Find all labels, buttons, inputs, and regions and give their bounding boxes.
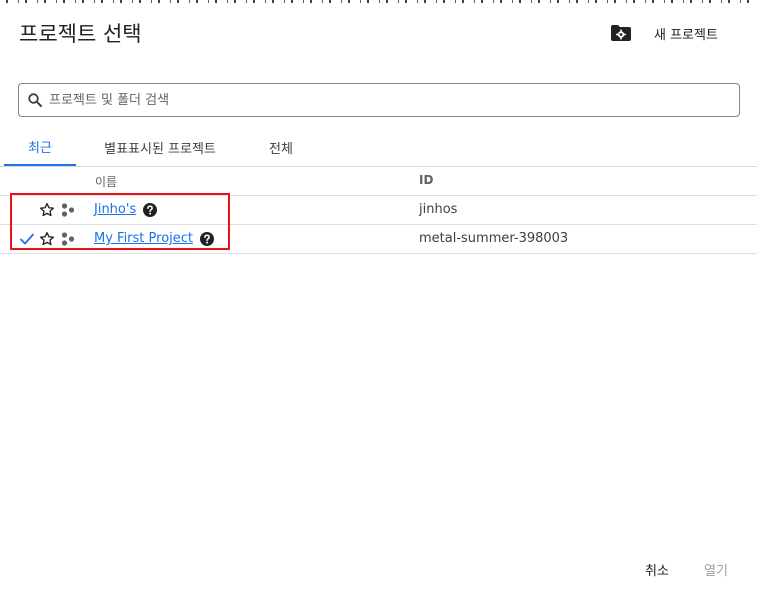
dialog-title: 프로젝트 선택: [19, 22, 142, 46]
project-name-link[interactable]: Jinho's: [94, 202, 136, 217]
help-icon[interactable]: [143, 202, 158, 217]
search-box[interactable]: [18, 83, 740, 117]
project-name-cell: Jinho's: [94, 202, 158, 217]
help-icon[interactable]: [200, 231, 215, 246]
project-name-link[interactable]: My First Project: [94, 231, 193, 246]
search-input[interactable]: [49, 92, 739, 108]
folder-settings-icon: [605, 18, 637, 48]
project-name-cell: My First Project: [94, 231, 215, 246]
new-project-button[interactable]: 새 프로젝트: [605, 18, 718, 48]
tab-all[interactable]: 전체: [258, 128, 304, 166]
table-row[interactable]: Jinho's jinhos: [0, 196, 757, 225]
star-icon[interactable]: [39, 231, 55, 247]
table-header: 이름 ID: [0, 167, 757, 196]
column-header-name: 이름: [95, 175, 118, 189]
project-table: 이름 ID Jinho's jinhos My First Project me…: [0, 167, 757, 254]
star-icon[interactable]: [39, 202, 55, 218]
new-project-label: 새 프로젝트: [654, 27, 718, 43]
project-icon: [60, 202, 76, 218]
project-id-cell: metal-summer-398003: [419, 231, 569, 246]
tab-recent[interactable]: 최근: [4, 128, 76, 166]
table-row[interactable]: My First Project metal-summer-398003: [0, 225, 757, 254]
column-header-id: ID: [419, 173, 434, 187]
project-select-dialog: 프로젝트 선택 새 프로젝트 최근 별표표시된 프로젝트 전체: [0, 0, 757, 602]
tab-bar: 최근 별표표시된 프로젝트 전체: [0, 128, 757, 167]
check-icon: [19, 231, 35, 247]
project-id-cell: jinhos: [419, 202, 458, 217]
cancel-button[interactable]: 취소: [645, 560, 669, 579]
tab-starred-projects[interactable]: 별표표시된 프로젝트: [88, 128, 232, 166]
open-button[interactable]: 열기: [704, 560, 728, 579]
search-icon: [27, 92, 43, 108]
project-icon: [60, 231, 76, 247]
